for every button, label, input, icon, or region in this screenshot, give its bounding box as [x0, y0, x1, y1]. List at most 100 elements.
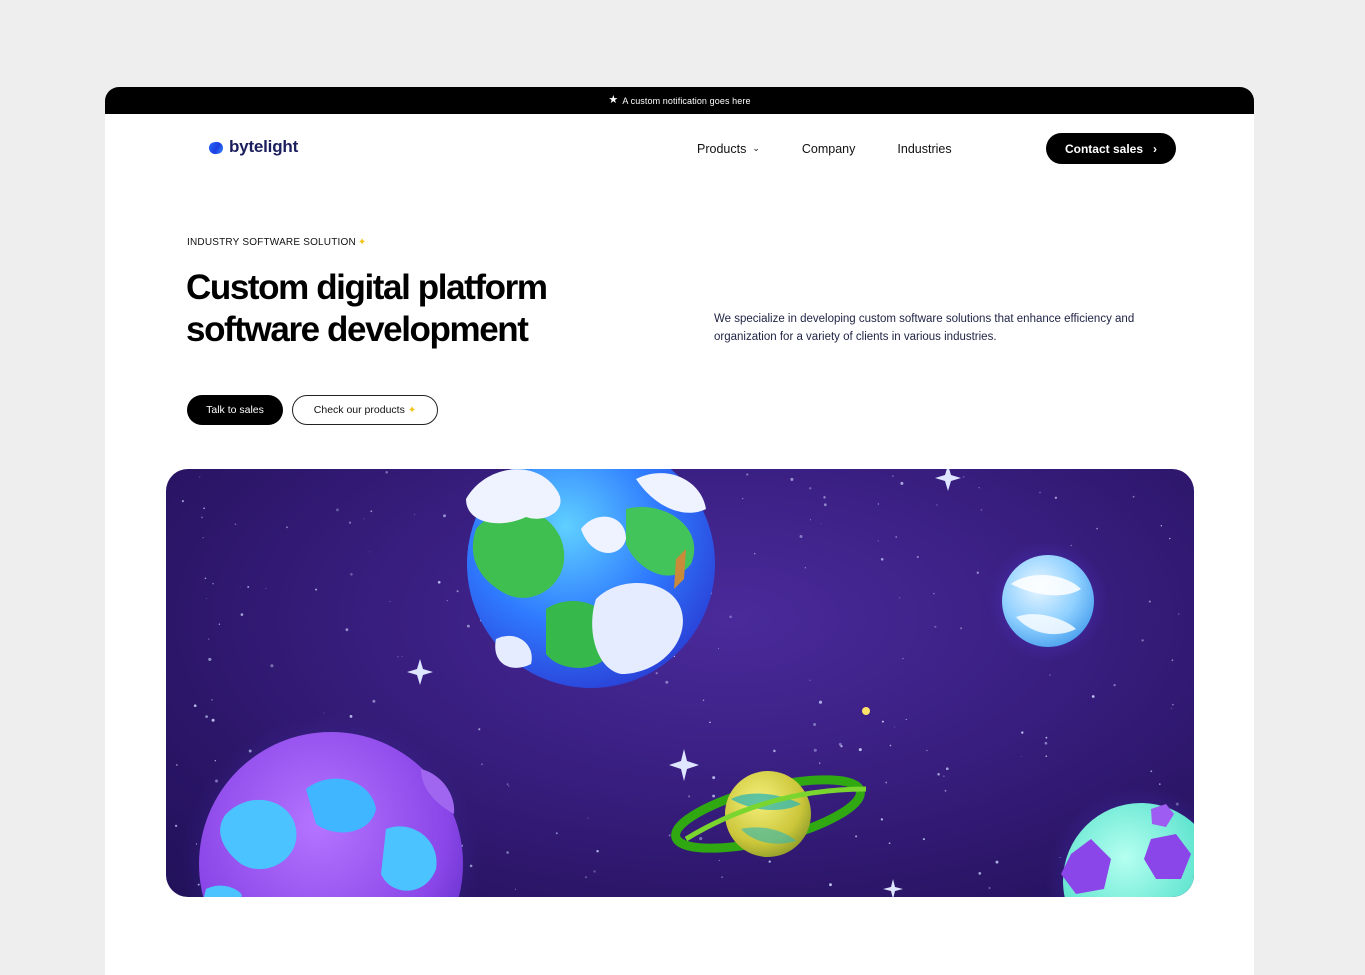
notification-text: A custom notification goes here: [622, 95, 751, 106]
mint-planet: [1046, 786, 1194, 897]
star-dot: [348, 521, 352, 524]
star-dot: [372, 699, 376, 703]
star-dot: [240, 613, 244, 616]
nav-item-label: Company: [801, 142, 856, 156]
nav-menu: Products ⌄ Company Industries: [697, 142, 952, 156]
star-dot: [555, 832, 558, 835]
star-dot: [944, 789, 947, 792]
star-dot: [894, 726, 896, 728]
star-dot: [960, 627, 963, 630]
star-dot: [247, 585, 250, 588]
star-dot: [668, 834, 671, 837]
star-dot: [214, 760, 216, 762]
contact-sales-button[interactable]: Contact sales ›: [1046, 133, 1176, 164]
star-dot: [265, 588, 267, 589]
star-dot: [877, 503, 880, 505]
star-dot: [593, 870, 596, 873]
star-dot: [414, 513, 416, 515]
star-dot: [818, 700, 823, 704]
nav-item-label: Industries: [897, 142, 952, 156]
star-dot: [934, 625, 937, 628]
star-dot: [1049, 674, 1051, 676]
star-dot: [584, 876, 588, 879]
star-dot: [323, 712, 325, 714]
star-dot: [889, 744, 892, 747]
title-line-2: software development: [186, 310, 529, 349]
talk-to-sales-button[interactable]: Talk to sales: [187, 395, 283, 425]
star-dot: [809, 679, 811, 681]
star-dot: [937, 773, 940, 776]
star-dot: [976, 571, 979, 574]
star-dot: [888, 842, 891, 845]
star-dot: [978, 872, 982, 875]
star-dot: [481, 763, 483, 766]
hero-description: We specialize in developing custom softw…: [714, 313, 1135, 343]
star-dot: [335, 508, 339, 512]
star-dot: [754, 553, 756, 555]
star-dot: [718, 647, 719, 649]
star-dot: [881, 720, 884, 723]
check-products-button[interactable]: Check our products ✦: [292, 395, 438, 425]
star-dot: [1169, 537, 1171, 540]
eyebrow-text: INDUSTRY SOFTWARE SOLUTION: [187, 237, 356, 248]
star-dot: [506, 851, 509, 854]
star-dot: [699, 837, 703, 841]
star-dot: [688, 795, 691, 798]
star-dot: [506, 783, 509, 786]
star-dot: [596, 849, 599, 853]
star-dot: [702, 699, 705, 701]
star-dot: [1096, 527, 1098, 530]
star-dot: [820, 522, 822, 524]
star-dot: [980, 508, 983, 511]
star-dot: [478, 728, 481, 731]
star-dot: [746, 473, 749, 476]
star-dot: [515, 888, 517, 890]
browser-frame: ★ A custom notification goes here byteli…: [105, 87, 1254, 975]
star-dot: [773, 749, 776, 753]
star-dot: [212, 583, 214, 585]
star-dot: [270, 664, 274, 668]
brand-name: bytelight: [229, 137, 299, 156]
star-dot: [943, 775, 945, 777]
brand-logo[interactable]: bytelight: [207, 137, 299, 157]
nav-item-products[interactable]: Products ⌄: [697, 142, 760, 156]
star-dot: [1160, 525, 1162, 527]
star-dot: [900, 481, 904, 485]
star-dot: [712, 794, 716, 798]
star-dot: [239, 586, 241, 588]
star-dot: [286, 526, 288, 529]
star-dot: [1045, 755, 1048, 758]
ringed-planet: [671, 771, 867, 857]
star-dot: [880, 557, 884, 561]
chevron-down-icon: ⌄: [752, 142, 760, 153]
star-dot: [718, 859, 721, 862]
star-dot: [202, 537, 204, 539]
star-dot: [389, 600, 391, 602]
nav-item-company[interactable]: Company: [802, 142, 856, 156]
star-dot: [895, 536, 897, 538]
star-dot: [1045, 736, 1048, 739]
star-dot: [587, 817, 589, 819]
star-dot: [829, 883, 832, 887]
star-dot: [1178, 613, 1180, 615]
nav-item-label: Products: [697, 142, 747, 156]
star-dot: [988, 887, 991, 889]
sparkle-icon: ✦: [357, 237, 367, 248]
star-dot: [205, 715, 208, 718]
star-dot: [1141, 639, 1144, 642]
star-dot: [176, 764, 178, 766]
star-dot: [945, 767, 949, 771]
star-dot: [1044, 741, 1048, 745]
star-dot: [369, 551, 370, 553]
star-icon: ★: [608, 94, 619, 106]
star-dot: [1172, 703, 1174, 706]
star-dot: [446, 600, 448, 602]
star-dot: [808, 487, 812, 490]
nav-item-industries[interactable]: Industries: [897, 142, 951, 156]
star-dot: [712, 776, 716, 780]
star-dot: [898, 597, 901, 599]
star-dot: [916, 555, 919, 559]
star-dot: [885, 781, 888, 784]
star-dot: [218, 623, 221, 625]
star-dot: [819, 762, 821, 764]
